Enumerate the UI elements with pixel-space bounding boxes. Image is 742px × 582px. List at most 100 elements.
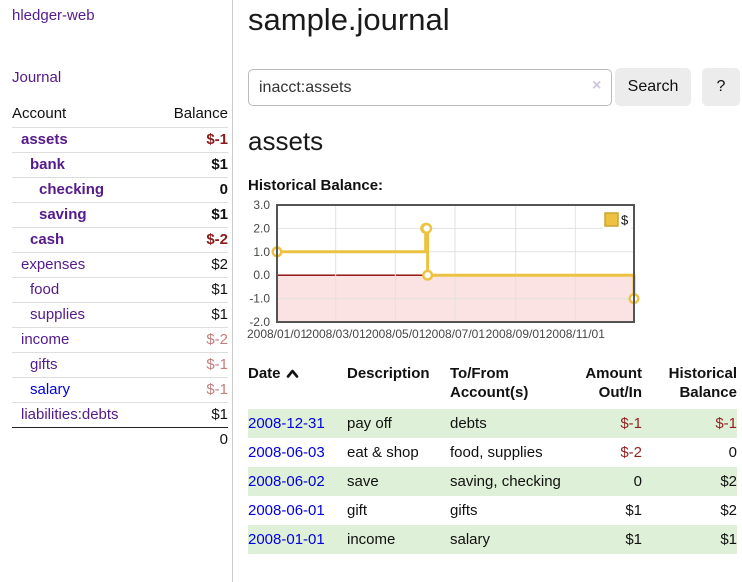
register-cell-accounts: saving, checking	[450, 467, 562, 496]
chart-y-tick-label: 0.0	[253, 268, 270, 282]
chart-x-tick-label: 2008/01/01	[247, 327, 307, 341]
accounts-table: Account Balance assets $-1 bank $1 checking 0…	[12, 104, 228, 452]
register-cell-amount: $-2	[562, 438, 642, 467]
register-cell-description: eat & shop	[347, 438, 450, 467]
transaction-date-link[interactable]: 2008-12-31	[248, 415, 325, 432]
register-header-row: Date Description To/From Account(s) Amou…	[248, 362, 737, 409]
account-row: food $1	[12, 277, 228, 302]
register-cell-date[interactable]: 2008-12-31	[248, 409, 347, 438]
account-link[interactable]: gifts	[12, 356, 58, 374]
register-row: 2008-06-01 giftgifts$1$2	[248, 496, 737, 525]
register-cell-description: save	[347, 467, 450, 496]
chart-legend-label: $	[621, 213, 629, 228]
account-row: assets $-1	[12, 127, 228, 152]
account-link[interactable]: bank	[12, 156, 65, 174]
chart-x-tick-label: 2008/11/01	[546, 327, 605, 341]
page-title: sample.journal	[248, 2, 450, 38]
account-balance: $1	[211, 206, 228, 224]
register-cell-date[interactable]: 2008-06-01	[248, 496, 347, 525]
account-row: supplies $1	[12, 302, 228, 327]
chart-y-tick-label: 2.0	[253, 221, 270, 235]
sort-ascending-icon	[286, 369, 299, 378]
accounts-total-row: 0	[12, 427, 228, 452]
account-link[interactable]: supplies	[12, 306, 85, 324]
account-balance: $1	[211, 306, 228, 324]
register-cell-amount: 0	[562, 467, 642, 496]
account-link[interactable]: assets	[12, 131, 68, 149]
account-link[interactable]: food	[12, 281, 59, 299]
transaction-date-link[interactable]: 2008-06-01	[248, 502, 325, 519]
accounts-header-account: Account	[12, 105, 66, 122]
chart-label: Historical Balance:	[248, 177, 383, 194]
historical-balance-chart: 3.02.01.00.0-1.0-2.02008/01/012008/03/01…	[240, 198, 742, 350]
app-title-link[interactable]: hledger-web	[12, 7, 95, 24]
chart-x-tick-label: 2008/07/01	[425, 327, 485, 341]
account-row: salary $-1	[12, 377, 228, 402]
accounts-header-balance: Balance	[174, 105, 228, 122]
account-row: saving $1	[12, 202, 228, 227]
account-balance: $-1	[206, 381, 228, 399]
account-row: liabilities:debts $1	[12, 402, 228, 427]
register-cell-balance: $2	[642, 467, 737, 496]
account-balance: $1	[211, 156, 228, 174]
chart-x-tick-label: 2008/05/01	[365, 327, 425, 341]
register-cell-accounts: gifts	[450, 496, 562, 525]
accounts-total-value: 0	[220, 431, 228, 448]
search-button[interactable]: Search	[615, 68, 691, 106]
register-cell-balance: $2	[642, 496, 737, 525]
register-header-historical: Historical Balance	[642, 362, 737, 409]
account-row: bank $1	[12, 152, 228, 177]
account-link[interactable]: income	[12, 331, 69, 349]
account-balance: $-1	[206, 131, 228, 149]
account-row: expenses $2	[12, 252, 228, 277]
search-input[interactable]	[248, 69, 612, 106]
account-link[interactable]: salary	[12, 381, 70, 399]
register-header-description: Description	[347, 362, 450, 409]
register-cell-date[interactable]: 2008-06-03	[248, 438, 347, 467]
account-link[interactable]: liabilities:debts	[12, 406, 119, 424]
sidebar-item-journal[interactable]: Journal	[12, 69, 61, 86]
register-row: 2008-06-03 eat & shopfood, supplies$-20	[248, 438, 737, 467]
register-row: 2008-12-31pay offdebts$-1$-1	[248, 409, 737, 438]
account-balance: 0	[220, 181, 228, 199]
chart-y-tick-label: 3.0	[253, 198, 270, 212]
chart-x-tick-label: 2008/03/01	[306, 327, 366, 341]
account-link[interactable]: checking	[12, 181, 104, 199]
transaction-date-link[interactable]: 2008-06-03	[248, 444, 325, 461]
transaction-date-link[interactable]: 2008-01-01	[248, 531, 325, 548]
account-balance: $2	[211, 256, 228, 274]
register-cell-date[interactable]: 2008-01-01	[248, 525, 347, 554]
account-link[interactable]: saving	[12, 206, 87, 224]
transaction-date-link[interactable]: 2008-06-02	[248, 473, 325, 490]
chart-y-tick-label: -1.0	[249, 292, 270, 306]
register-cell-description: gift	[347, 496, 450, 525]
register-cell-amount: $1	[562, 525, 642, 554]
sidebar: hledger-web Journal Account Balance asse…	[0, 0, 233, 582]
register-row: 2008-01-01incomesalary$1$1	[248, 525, 737, 554]
register-cell-amount: $-1	[562, 409, 642, 438]
register-header-amount: Amount Out/In	[562, 362, 642, 409]
account-balance: $-1	[206, 356, 228, 374]
register-cell-balance: 0	[642, 438, 737, 467]
register-cell-accounts: salary	[450, 525, 562, 554]
register-cell-amount: $1	[562, 496, 642, 525]
account-balance: $1	[211, 281, 228, 299]
register-cell-accounts: food, supplies	[450, 438, 562, 467]
account-link[interactable]: expenses	[12, 256, 85, 274]
chart-legend-swatch	[605, 213, 618, 226]
register-cell-description: pay off	[347, 409, 450, 438]
register-cell-description: income	[347, 525, 450, 554]
account-balance: $1	[211, 406, 228, 424]
account-heading: assets	[248, 126, 323, 157]
register-table: Date Description To/From Account(s) Amou…	[248, 362, 737, 554]
account-row: income$-2	[12, 327, 228, 352]
help-button[interactable]: ?	[702, 68, 740, 106]
register-header-date[interactable]: Date	[248, 362, 347, 409]
account-link[interactable]: cash	[12, 231, 64, 249]
account-balance: $-2	[206, 231, 228, 249]
register-cell-accounts: debts	[450, 409, 562, 438]
clear-search-icon[interactable]: ×	[592, 78, 601, 94]
register-cell-date[interactable]: 2008-06-02	[248, 467, 347, 496]
account-row: checking 0	[12, 177, 228, 202]
chart-y-tick-label: 1.0	[253, 245, 270, 259]
